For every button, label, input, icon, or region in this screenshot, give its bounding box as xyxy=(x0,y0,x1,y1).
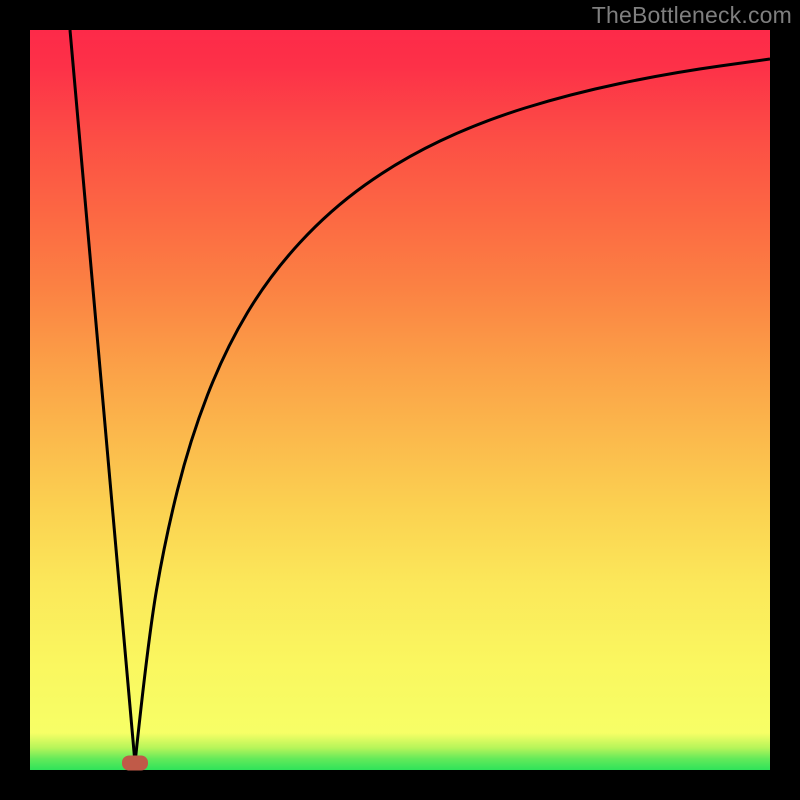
curve-left-branch xyxy=(70,30,135,763)
minimum-marker xyxy=(122,756,148,771)
curve-layer xyxy=(30,30,770,770)
curve-right-branch xyxy=(135,59,770,763)
chart-frame: TheBottleneck.com xyxy=(0,0,800,800)
watermark-text: TheBottleneck.com xyxy=(592,2,792,29)
plot-area xyxy=(30,30,770,770)
